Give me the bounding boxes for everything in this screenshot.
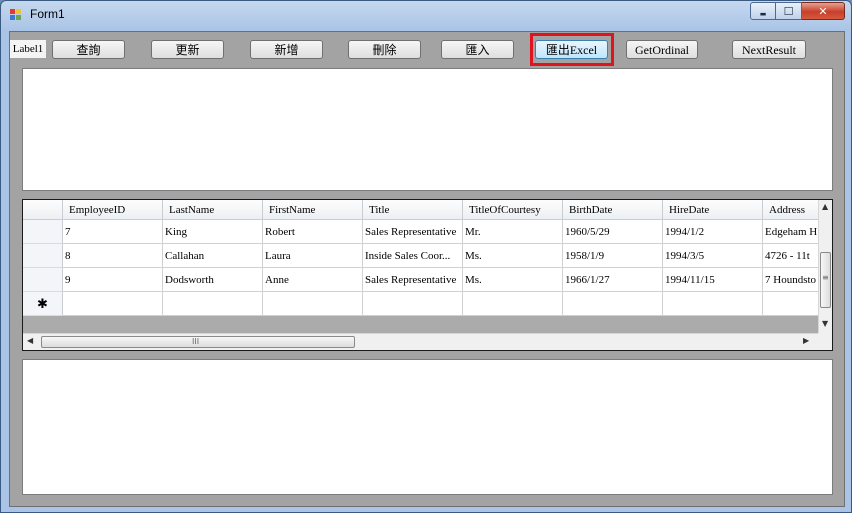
column-header[interactable]: Title	[363, 200, 463, 220]
table-cell[interactable]: 1994/11/15	[663, 268, 763, 292]
new-row-cell[interactable]	[63, 292, 163, 316]
new-row-cell[interactable]	[563, 292, 663, 316]
close-button[interactable]: ✕	[802, 2, 845, 20]
grid-corner-header[interactable]	[23, 200, 63, 220]
table-cell[interactable]: Ms.	[463, 268, 563, 292]
main-window: Form1 ▬ ☐ ✕ Label1 查詢 更新 新增 刪除 匯入 匯出Exce…	[0, 0, 852, 513]
table-cell[interactable]: 7	[63, 220, 163, 244]
new-row-cell[interactable]	[363, 292, 463, 316]
table-cell[interactable]: 1966/1/27	[563, 268, 663, 292]
table-cell[interactable]: Dodsworth	[163, 268, 263, 292]
export-excel-button[interactable]: 匯出Excel	[535, 40, 608, 59]
import-button[interactable]: 匯入	[441, 40, 514, 59]
caption-buttons: ▬ ☐ ✕	[750, 2, 845, 20]
top-panel[interactable]	[22, 68, 833, 191]
column-header[interactable]: TitleOfCourtesy	[463, 200, 563, 220]
table-cell[interactable]: 4726 - 11t	[763, 244, 818, 268]
table-cell[interactable]: Laura	[263, 244, 363, 268]
label1: Label1	[10, 40, 46, 58]
table-cell[interactable]: 8	[63, 244, 163, 268]
hgrip-icon: III	[192, 337, 200, 346]
delete-button[interactable]: 刪除	[348, 40, 421, 59]
column-header[interactable]: BirthDate	[563, 200, 663, 220]
app-icon	[10, 9, 22, 21]
table-cell[interactable]: 1960/5/29	[563, 220, 663, 244]
table-cell[interactable]: 1958/1/9	[563, 244, 663, 268]
query-button[interactable]: 查詢	[52, 40, 125, 59]
horizontal-scroll-thumb[interactable]: III	[41, 336, 355, 348]
close-icon: ✕	[818, 4, 828, 18]
new-row-cell[interactable]	[263, 292, 363, 316]
table-cell[interactable]: Mr.	[463, 220, 563, 244]
column-header[interactable]: FirstName	[263, 200, 363, 220]
row-header[interactable]	[23, 220, 63, 244]
row-header[interactable]	[23, 268, 63, 292]
table-cell[interactable]: Inside Sales Coor...	[363, 244, 463, 268]
scroll-corner	[818, 333, 832, 350]
bottom-panel[interactable]	[22, 359, 833, 495]
row-header[interactable]	[23, 244, 63, 268]
minimize-button[interactable]: ▬	[750, 2, 776, 20]
table-cell[interactable]: 1994/3/5	[663, 244, 763, 268]
maximize-button[interactable]: ☐	[776, 2, 802, 20]
table-cell[interactable]: 1994/1/2	[663, 220, 763, 244]
table-cell[interactable]: Edgeham H	[763, 220, 818, 244]
table-cell[interactable]: Robert	[263, 220, 363, 244]
update-button[interactable]: 更新	[151, 40, 224, 59]
new-row-cell[interactable]	[763, 292, 818, 316]
window-title: Form1	[30, 7, 65, 21]
table-cell[interactable]: Callahan	[163, 244, 263, 268]
title-bar[interactable]: Form1 ▬ ☐ ✕	[1, 1, 851, 27]
table-cell[interactable]: King	[163, 220, 263, 244]
vertical-scrollbar[interactable]: ▲ ≡ ▼	[818, 200, 832, 333]
employee-data-grid[interactable]: EmployeeID LastName FirstName Title TitleOfC…	[22, 199, 833, 351]
new-row-cell[interactable]	[463, 292, 563, 316]
add-button[interactable]: 新增	[250, 40, 323, 59]
horizontal-scrollbar[interactable]: ◀ III ▶	[23, 333, 818, 350]
new-row-cell[interactable]	[163, 292, 263, 316]
next-result-button[interactable]: NextResult	[732, 40, 806, 59]
grip-icon: ≡	[822, 273, 829, 282]
column-header[interactable]: HireDate	[663, 200, 763, 220]
get-ordinal-button[interactable]: GetOrdinal	[626, 40, 698, 59]
column-header[interactable]: EmployeeID	[63, 200, 163, 220]
scroll-left-icon[interactable]: ◀	[27, 336, 33, 345]
new-row-cell[interactable]	[663, 292, 763, 316]
maximize-icon: ☐	[783, 4, 794, 18]
column-header[interactable]: Address	[763, 200, 818, 220]
vertical-scroll-thumb[interactable]: ≡	[820, 252, 831, 308]
scroll-down-icon[interactable]: ▼	[822, 319, 828, 328]
scroll-up-icon[interactable]: ▲	[822, 202, 828, 211]
minimize-icon: ▬	[759, 9, 767, 18]
table-cell[interactable]: Ms.	[463, 244, 563, 268]
table-cell[interactable]: Anne	[263, 268, 363, 292]
table-cell[interactable]: Sales Representative	[363, 268, 463, 292]
table-cell[interactable]: 7 Houndsto	[763, 268, 818, 292]
table-cell[interactable]: 9	[63, 268, 163, 292]
table-cell[interactable]: Sales Representative	[363, 220, 463, 244]
scroll-right-icon[interactable]: ▶	[803, 336, 809, 345]
new-row-marker-icon[interactable]: ✱	[23, 292, 63, 316]
column-header[interactable]: LastName	[163, 200, 263, 220]
form-client-area: Label1 查詢 更新 新增 刪除 匯入 匯出Excel GetOrdinal…	[9, 31, 845, 507]
grid-viewport: EmployeeID LastName FirstName Title TitleOfC…	[23, 200, 818, 333]
